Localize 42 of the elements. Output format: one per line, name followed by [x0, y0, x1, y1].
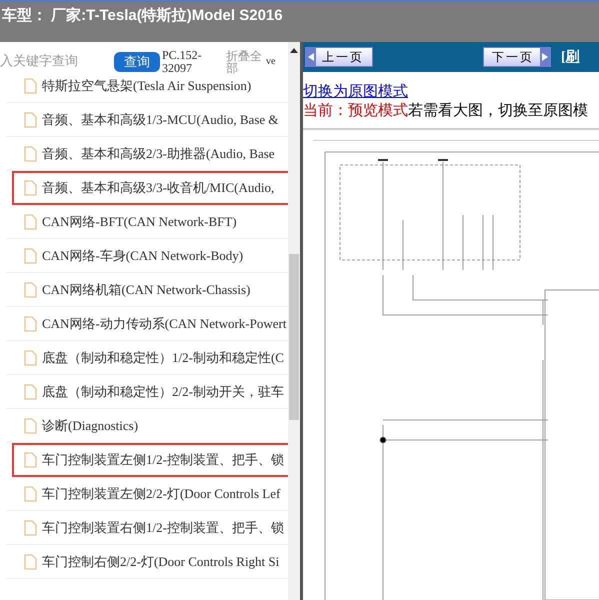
tree-item[interactable]: 音频、基本和高级2/3-助推器(Audio, Base	[6, 137, 288, 171]
tree-item[interactable]: 车门控制右侧2/2-灯(Door Controls Right Si	[6, 545, 288, 579]
file-icon	[24, 78, 37, 94]
original-mode-link[interactable]: 切换为原图模式	[303, 82, 408, 101]
tree-item[interactable]: CAN网络-BFT(CAN Network-BFT)	[6, 205, 288, 239]
search-button[interactable]: 查询	[114, 52, 160, 72]
tree-item[interactable]: CAN网络-动力传动系(CAN Network-Powert	[6, 307, 288, 341]
tree-item[interactable]: 诊断(Diagnostics)	[6, 409, 288, 443]
file-icon	[24, 248, 37, 264]
file-icon	[24, 384, 37, 400]
tree-item[interactable]: 车门控制装置右侧1/2-控制装置、把手、锁	[6, 511, 288, 545]
page-title: 车型： 厂家:T-Tesla(特斯拉)Model S2016	[2, 6, 283, 25]
file-icon	[24, 554, 37, 570]
file-icon	[24, 214, 37, 230]
scrollbar-thumb[interactable]	[289, 254, 299, 420]
file-icon	[24, 282, 37, 298]
file-icon	[24, 486, 37, 502]
scroll-up-icon[interactable]	[290, 48, 298, 53]
file-icon	[24, 452, 37, 468]
tree-item[interactable]: CAN网络机箱(CAN Network-Chassis)	[6, 273, 288, 307]
left-arrow-icon	[308, 53, 314, 61]
file-icon	[24, 350, 37, 366]
tree-item[interactable]: 音频、基本和高级1/3-MCU(Audio, Base &	[6, 103, 288, 137]
toolbar-text: ve	[266, 56, 276, 67]
right-arrow-icon	[542, 53, 548, 61]
next-page-button[interactable]: 下一页	[483, 47, 551, 67]
file-icon	[24, 180, 37, 196]
tree-item[interactable]: 底盘（制动和稳定性）1/2-制动和稳定性(C	[6, 341, 288, 375]
file-icon	[24, 112, 37, 128]
file-icon	[24, 146, 37, 162]
refresh-link[interactable]: [刷	[561, 48, 580, 66]
file-icon	[24, 418, 37, 434]
tree-item[interactable]: 车门控制装置左侧1/2-控制装置、把手、锁	[12, 443, 288, 477]
preview-mode-notice: 当前：预览模式若需看大图，切换至原图模	[303, 101, 589, 120]
file-icon	[24, 316, 37, 332]
scrollbar[interactable]	[288, 42, 300, 600]
tree-item[interactable]: CAN网络-车身(CAN Network-Body)	[6, 239, 288, 273]
tree-item[interactable]: 底盘（制动和稳定性）2/2-制动开关，驻车	[6, 375, 288, 409]
tree-item[interactable]: 车门控制装置左侧2/2-灯(Door Controls Lef	[6, 477, 288, 511]
tree-item[interactable]: 音频、基本和高级3/3-收音机/MIC(Audio,	[12, 171, 288, 205]
previous-page-button[interactable]: 上一页	[305, 47, 373, 67]
file-icon	[24, 520, 37, 536]
